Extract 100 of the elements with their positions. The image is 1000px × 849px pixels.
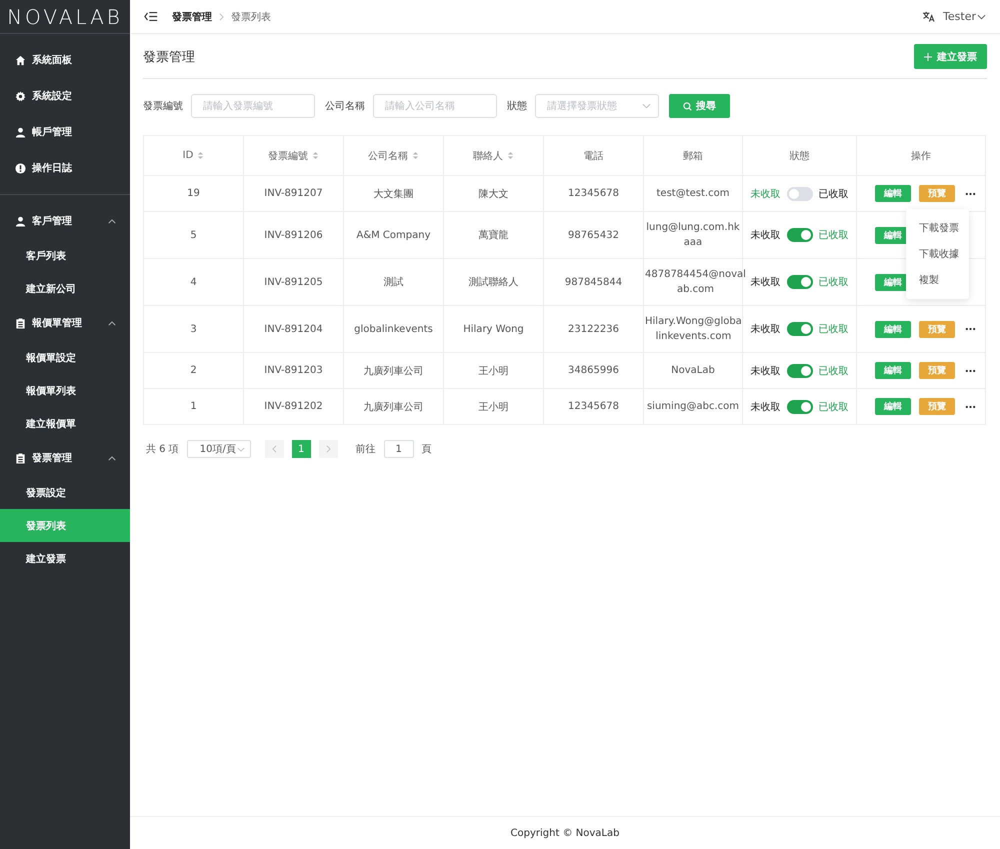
table-cell: INV-891207 xyxy=(264,188,323,199)
translate-icon[interactable] xyxy=(922,11,936,22)
page-input[interactable]: 1 xyxy=(384,440,414,458)
table-cell: 987845844 xyxy=(564,276,622,288)
table-cell: 九廣列車公司 xyxy=(364,366,424,376)
toggle-switch[interactable] xyxy=(786,275,812,289)
breadcrumb-item: 發票列表 xyxy=(231,10,271,24)
user-menu[interactable]: Tester xyxy=(943,10,976,23)
sidebar-item[interactable]: 發票管理 xyxy=(0,440,130,476)
input-field[interactable]: 請輸入發票編號 xyxy=(191,94,315,118)
alert-icon xyxy=(15,162,26,174)
table-cell-text: test@test.com xyxy=(656,187,730,201)
user-icon xyxy=(15,126,26,138)
table-cell: INV-891205 xyxy=(264,276,323,288)
toggle-switch[interactable] xyxy=(786,322,812,336)
status-label: 已收取 xyxy=(818,229,848,242)
gear-icon xyxy=(15,90,26,102)
chevron-right-icon xyxy=(326,445,331,453)
sidebar-item[interactable]: 發票設定 xyxy=(0,476,130,509)
table-cell: 5 xyxy=(190,230,197,240)
chevron-icon xyxy=(108,456,116,460)
sidebar-item[interactable]: 報價單列表 xyxy=(0,374,130,407)
filter-label: 發票編號 xyxy=(143,100,183,113)
chevron-left-icon xyxy=(272,445,277,453)
caret-icon xyxy=(642,103,651,109)
input-field[interactable]: 請輸入公司名稱 xyxy=(373,94,497,118)
table-cell-text: siuming@abc.com xyxy=(646,400,740,414)
sidebar-item[interactable]: 建立新公司 xyxy=(0,272,130,305)
toggle-switch[interactable] xyxy=(786,228,812,242)
sort-icon[interactable] xyxy=(412,151,419,160)
table-cell: 1 xyxy=(190,401,197,412)
table-cell-text: lung@lung.com.hk aaa xyxy=(646,221,740,250)
search-icon xyxy=(683,102,692,110)
more-icon[interactable] xyxy=(965,368,976,372)
table-cell: 2 xyxy=(190,365,197,376)
table-cell: 34865996 xyxy=(568,365,619,376)
table-cell-text: 4878784454@noval ab.com xyxy=(645,268,746,297)
clipboard-icon xyxy=(15,452,26,464)
status-label: 已收取 xyxy=(818,400,848,414)
table-cell: 19 xyxy=(187,188,200,199)
select-field[interactable]: 請選擇發票狀態 xyxy=(535,94,659,118)
more-icon[interactable] xyxy=(965,192,976,196)
logo: NOVALAB xyxy=(0,0,130,34)
column-header: 操作 xyxy=(911,150,931,162)
table-cell: 陳大文 xyxy=(478,188,508,200)
caret-icon xyxy=(236,446,245,452)
more-icon[interactable] xyxy=(965,327,976,331)
sidebar-item[interactable]: 報價單設定 xyxy=(0,341,130,374)
caret-icon[interactable] xyxy=(977,14,986,20)
table-cell: 九廣列車公司 xyxy=(364,402,424,412)
user-icon xyxy=(15,216,26,226)
table-cell: A&M Company xyxy=(356,230,431,240)
table-cell: INV-891202 xyxy=(264,401,323,412)
table-cell: 萬寶龍 xyxy=(478,230,508,241)
breadcrumb-item[interactable]: 發票管理 xyxy=(172,10,212,24)
page-title: 發票管理 xyxy=(143,48,195,66)
sidebar-item[interactable]: 建立發票 xyxy=(0,542,130,575)
sidebar-item[interactable]: 系統設定 xyxy=(0,78,130,114)
sidebar-item[interactable]: 帳戶管理 xyxy=(0,114,130,150)
status-label: 未收取 xyxy=(750,228,780,242)
status-label: 已收取 xyxy=(818,323,848,336)
menu-item[interactable]: 下載收據 xyxy=(906,241,969,267)
home-icon xyxy=(15,54,26,66)
sort-icon[interactable] xyxy=(312,151,319,160)
column-header: ID xyxy=(182,150,194,161)
status-label: 未收取 xyxy=(750,364,780,378)
table-cell: 測試 xyxy=(384,277,404,288)
copyright-text: Copyright © NovaLab xyxy=(510,828,620,838)
status-label: 未收取 xyxy=(750,188,780,200)
sort-icon[interactable] xyxy=(507,151,514,160)
table-cell: 大文集團 xyxy=(374,188,414,200)
page-size-select[interactable]: 10項/頁 xyxy=(186,440,251,458)
sidebar-item[interactable]: 系統面板 xyxy=(0,42,130,78)
sidebar-item[interactable]: 客戶管理 xyxy=(0,203,130,239)
status-label: 未收取 xyxy=(750,400,780,414)
sidebar-item[interactable]: 操作日誌 xyxy=(0,150,130,186)
table-cell: Hilary Wong xyxy=(463,324,524,334)
sidebar-item[interactable]: 客戶列表 xyxy=(0,239,130,272)
sidebar-item[interactable]: 建立報價單 xyxy=(0,407,130,440)
table-cell: 3 xyxy=(190,324,197,334)
plus-icon xyxy=(924,52,932,60)
toggle-switch[interactable] xyxy=(786,364,812,378)
table-cell: globalinkevents xyxy=(354,324,433,334)
status-label: 已收取 xyxy=(818,276,848,289)
table-cell: 測試聯絡人 xyxy=(468,277,518,288)
sort-icon[interactable] xyxy=(197,151,204,160)
table-cell: 12345678 xyxy=(568,188,619,199)
column-header: 狀態 xyxy=(790,150,810,162)
more-icon[interactable] xyxy=(965,404,976,408)
toggle-switch[interactable] xyxy=(786,400,812,414)
table-cell: 王小明 xyxy=(478,402,508,412)
page-suffix: 頁 xyxy=(422,443,432,456)
toggle-switch[interactable] xyxy=(786,186,812,200)
table-cell-text: NovaLab xyxy=(671,364,715,378)
table-cell: INV-891203 xyxy=(264,365,323,376)
status-label: 未收取 xyxy=(750,322,780,336)
table-cell-text: Hilary.Wong@globa linkevents.com xyxy=(645,315,742,344)
sidebar-item[interactable]: 報價單管理 xyxy=(0,305,130,341)
menu-collapse-icon[interactable] xyxy=(144,11,158,22)
chevron-icon xyxy=(219,12,224,20)
